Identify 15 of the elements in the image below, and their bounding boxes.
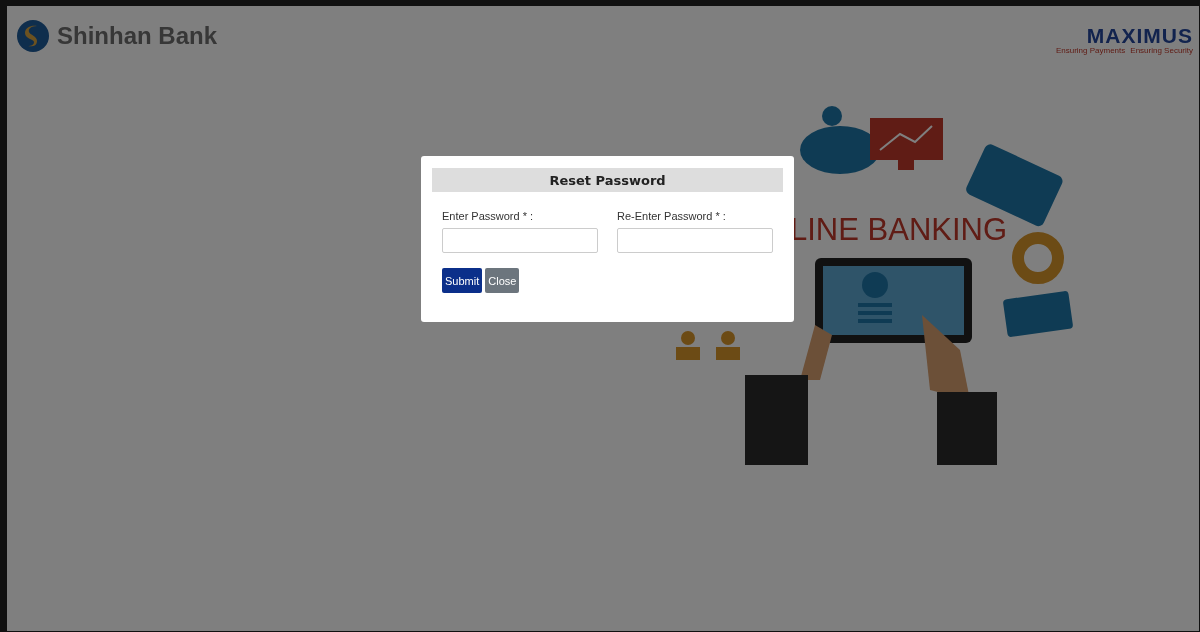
password-field[interactable] <box>442 228 598 253</box>
brand-name: Shinhan Bank <box>57 22 218 50</box>
dialog-title: Reset Password <box>432 168 783 192</box>
monitor-chart-icon <box>870 118 943 170</box>
field-label: Re-Enter Password * : <box>617 210 727 222</box>
partner-tagline: Ensuring Security <box>1130 46 1193 55</box>
people-icon <box>676 331 740 360</box>
bank-logo-icon <box>17 20 49 52</box>
illustration-caption: LINE BANKING <box>790 212 1008 248</box>
partner-logo: MAXIMUS <box>1086 26 1193 46</box>
close-button[interactable]: Close <box>485 268 520 293</box>
field-label: Enter Password * : <box>442 210 535 222</box>
submit-button[interactable]: Submit <box>442 268 483 293</box>
password-field[interactable] <box>617 228 773 253</box>
partner-tagline: Ensuring Payments <box>1055 46 1126 55</box>
